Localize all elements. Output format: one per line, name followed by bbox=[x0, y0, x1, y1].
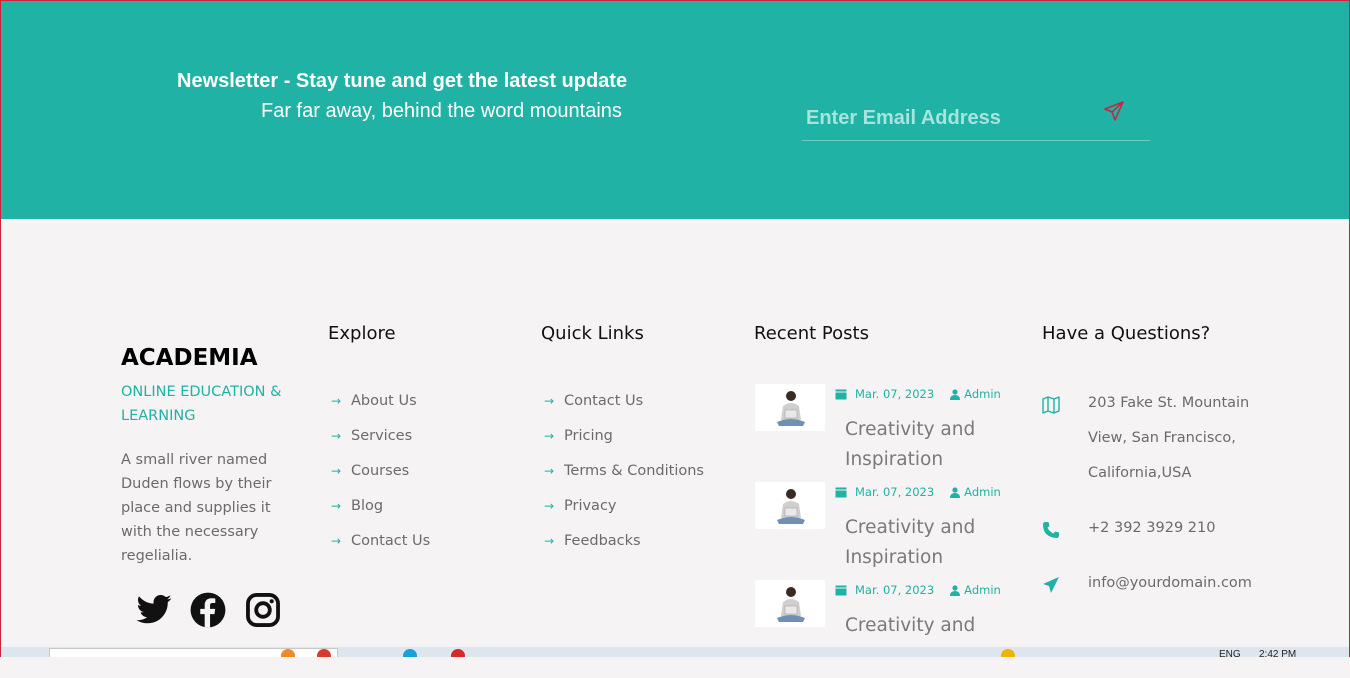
post-meta: Mar. 07, 2023 Admin bbox=[835, 387, 1001, 401]
post-thumbnail[interactable] bbox=[755, 482, 825, 529]
explore-heading: Explore bbox=[328, 323, 396, 344]
post-date[interactable]: Mar. 07, 2023 bbox=[855, 485, 934, 499]
explore-link-courses[interactable]: → Courses bbox=[328, 461, 430, 496]
arrow-right-icon: → bbox=[331, 534, 342, 548]
paper-plane-icon bbox=[1043, 577, 1059, 593]
explore-link-about-us[interactable]: → About Us bbox=[328, 391, 430, 426]
twitter-icon[interactable] bbox=[135, 591, 173, 629]
quick-link-pricing[interactable]: → Pricing bbox=[541, 426, 704, 461]
post-item[interactable]: Mar. 07, 2023 Admin Creativity and Inspi… bbox=[755, 482, 1015, 580]
post-title[interactable]: Creativity and Inspiration bbox=[845, 513, 1015, 573]
post-item[interactable]: Mar. 07, 2023 Admin Creativity and bbox=[755, 580, 1015, 678]
post-author[interactable]: Admin bbox=[964, 387, 1001, 401]
taskbar-clock[interactable]: 2:42 PM bbox=[1259, 649, 1296, 657]
post-thumbnail[interactable] bbox=[755, 384, 825, 431]
newsletter-title: Newsletter - Stay tune and get the lates… bbox=[177, 70, 628, 92]
newsletter-subtitle: Far far away, behind the word mountains bbox=[261, 100, 622, 122]
explore-link-blog[interactable]: → Blog bbox=[328, 496, 430, 531]
arrow-right-icon: → bbox=[544, 429, 555, 443]
phone-icon bbox=[1043, 522, 1059, 538]
post-thumbnail[interactable] bbox=[755, 580, 825, 627]
brand-tagline: ONLINE EDUCATION & LEARNING bbox=[121, 384, 282, 424]
post-date[interactable]: Mar. 07, 2023 bbox=[855, 387, 934, 401]
quick-link-privacy[interactable]: → Privacy bbox=[541, 496, 704, 531]
calendar-icon bbox=[835, 487, 847, 498]
arrow-right-icon: → bbox=[544, 394, 555, 408]
post-meta: Mar. 07, 2023 Admin bbox=[835, 583, 1001, 597]
quick-link-terms[interactable]: → Terms & Conditions bbox=[541, 461, 704, 496]
taskbar-app-icon[interactable] bbox=[403, 649, 417, 657]
brand-description: A small river named Duden flows by their… bbox=[121, 452, 272, 564]
calendar-icon bbox=[835, 585, 847, 596]
footer: ACADEMIA ONLINE EDUCATION & LEARNING A s… bbox=[1, 219, 1349, 647]
post-meta: Mar. 07, 2023 Admin bbox=[835, 485, 1001, 499]
post-title[interactable]: Creativity and bbox=[845, 611, 1015, 641]
arrow-right-icon: → bbox=[331, 429, 342, 443]
explore-links: → About Us → Services → Courses → Blog → Cont… bbox=[328, 391, 430, 566]
arrow-right-icon: → bbox=[331, 499, 342, 513]
post-item[interactable]: Mar. 07, 2023 Admin Creativity and Inspi… bbox=[755, 384, 1015, 482]
quick-links-list: → Contact Us → Pricing → Terms & Conditions… bbox=[541, 391, 704, 566]
taskbar-app-icon[interactable] bbox=[281, 649, 295, 657]
phone-text[interactable]: +2 392 3929 210 bbox=[1088, 511, 1288, 546]
os-taskbar: ENG 2:42 PM bbox=[1, 647, 1349, 657]
contact-heading: Have a Questions? bbox=[1042, 323, 1211, 344]
explore-link-contact-us[interactable]: → Contact Us bbox=[328, 531, 430, 566]
calendar-icon bbox=[835, 389, 847, 400]
user-icon bbox=[950, 388, 961, 400]
brand-name: ACADEMIA bbox=[121, 345, 258, 371]
newsletter-form bbox=[802, 96, 1150, 141]
map-icon bbox=[1042, 396, 1060, 414]
facebook-icon[interactable] bbox=[189, 591, 227, 629]
arrow-right-icon: → bbox=[331, 394, 342, 408]
newsletter-section: Newsletter - Stay tune and get the lates… bbox=[1, 1, 1349, 219]
user-icon bbox=[950, 486, 961, 498]
email-text[interactable]: info@yourdomain.com bbox=[1088, 566, 1288, 601]
quick-link-feedbacks[interactable]: → Feedbacks bbox=[541, 531, 704, 566]
arrow-right-icon: → bbox=[331, 464, 342, 478]
arrow-right-icon: → bbox=[544, 464, 555, 478]
taskbar-app-icon[interactable] bbox=[1001, 649, 1015, 657]
address-text: 203 Fake St. Mountain View, San Francisc… bbox=[1088, 395, 1250, 481]
arrow-right-icon: → bbox=[544, 499, 555, 513]
arrow-right-icon: → bbox=[544, 534, 555, 548]
taskbar-language[interactable]: ENG bbox=[1219, 649, 1241, 657]
quick-link-contact-us[interactable]: → Contact Us bbox=[541, 391, 704, 426]
post-title[interactable]: Creativity and Inspiration bbox=[845, 415, 1015, 475]
taskbar-app-icon[interactable] bbox=[317, 649, 331, 657]
explore-link-services[interactable]: → Services bbox=[328, 426, 430, 461]
user-icon bbox=[950, 584, 961, 596]
quick-links-heading: Quick Links bbox=[541, 323, 644, 344]
post-author[interactable]: Admin bbox=[964, 485, 1001, 499]
post-date[interactable]: Mar. 07, 2023 bbox=[855, 583, 934, 597]
email-input[interactable] bbox=[806, 102, 1096, 134]
post-author[interactable]: Admin bbox=[964, 583, 1001, 597]
taskbar-app-icon[interactable] bbox=[451, 649, 465, 657]
paper-plane-icon[interactable] bbox=[1102, 99, 1126, 123]
instagram-icon[interactable] bbox=[244, 591, 282, 629]
recent-posts-heading: Recent Posts bbox=[754, 323, 869, 344]
